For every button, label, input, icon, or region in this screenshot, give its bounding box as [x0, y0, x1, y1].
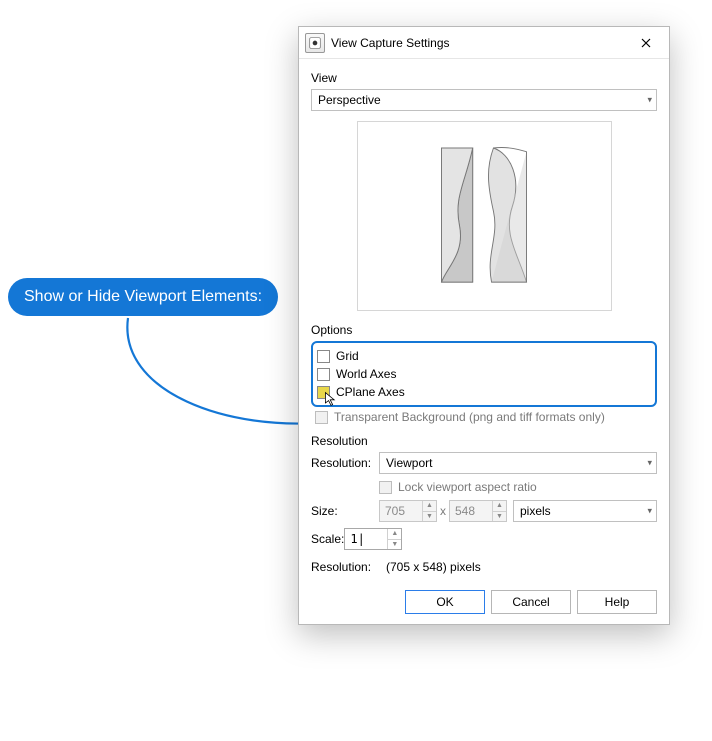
height-spinner: ▲▼ — [492, 501, 506, 521]
checkbox-world-axes-label: World Axes — [336, 367, 396, 381]
options-group-label: Options — [311, 323, 657, 337]
app-icon — [305, 33, 325, 53]
size-label: Size: — [311, 504, 379, 518]
view-capture-settings-dialog: View Capture Settings View Perspective ▾ — [298, 26, 670, 625]
checkbox-cplane-axes-row[interactable]: CPlane Axes — [317, 383, 649, 401]
width-input: 705 ▲▼ — [379, 500, 437, 522]
resolution-select[interactable]: Viewport ▾ — [379, 452, 657, 474]
chevron-down-icon: ▾ — [647, 95, 652, 106]
resolution-label: Resolution: — [311, 456, 379, 470]
checkbox-grid[interactable] — [317, 350, 330, 363]
scale-input[interactable]: 1| ▲▼ — [344, 528, 402, 550]
help-button[interactable]: Help — [577, 590, 657, 614]
resolution-select-value: Viewport — [386, 456, 432, 470]
close-button[interactable] — [625, 27, 667, 58]
capture-preview — [357, 121, 612, 311]
checkbox-world-axes-row[interactable]: World Axes — [317, 365, 649, 383]
scale-spinner[interactable]: ▲▼ — [387, 529, 401, 549]
checkbox-transparent — [315, 411, 328, 424]
resolution-readout-label: Resolution: — [311, 560, 386, 574]
height-value: 548 — [455, 504, 475, 518]
resolution-group-label: Resolution — [311, 434, 657, 448]
options-highlight-box: Grid World Axes CPlane Axes — [311, 341, 657, 407]
scale-value: 1 — [350, 532, 357, 546]
checkbox-grid-row[interactable]: Grid — [317, 347, 649, 365]
dialog-title: View Capture Settings — [331, 36, 625, 50]
checkbox-cplane-axes[interactable] — [317, 386, 330, 399]
checkbox-lock-aspect — [379, 481, 392, 494]
units-select[interactable]: pixels ▾ — [513, 500, 657, 522]
checkbox-lock-aspect-row: Lock viewport aspect ratio — [379, 478, 657, 496]
checkbox-lock-aspect-label: Lock viewport aspect ratio — [398, 480, 537, 494]
close-icon — [641, 38, 651, 48]
resolution-readout-value: (705 x 548) pixels — [386, 560, 481, 574]
height-input: 548 ▲▼ — [449, 500, 507, 522]
checkbox-transparent-row: Transparent Background (png and tiff for… — [315, 408, 657, 426]
preview-geometry — [399, 131, 569, 301]
checkbox-cplane-axes-label: CPlane Axes — [336, 385, 405, 399]
view-select-value: Perspective — [318, 93, 381, 107]
chevron-down-icon: ▾ — [647, 506, 652, 517]
chevron-down-icon: ▾ — [647, 458, 652, 469]
width-value: 705 — [385, 504, 405, 518]
callout-text: Show or Hide Viewport Elements: — [24, 288, 262, 305]
callout-show-hide-viewport: Show or Hide Viewport Elements: — [8, 278, 278, 316]
checkbox-transparent-label: Transparent Background (png and tiff for… — [334, 410, 605, 424]
ok-button[interactable]: OK — [405, 590, 485, 614]
scale-label: Scale: — [311, 532, 344, 546]
size-x-separator: x — [440, 504, 446, 518]
view-group-label: View — [311, 71, 657, 85]
checkbox-grid-label: Grid — [336, 349, 359, 363]
width-spinner: ▲▼ — [422, 501, 436, 521]
units-select-value: pixels — [520, 504, 551, 518]
titlebar: View Capture Settings — [299, 27, 669, 59]
cancel-button[interactable]: Cancel — [491, 590, 571, 614]
view-select[interactable]: Perspective ▾ — [311, 89, 657, 111]
checkbox-world-axes[interactable] — [317, 368, 330, 381]
